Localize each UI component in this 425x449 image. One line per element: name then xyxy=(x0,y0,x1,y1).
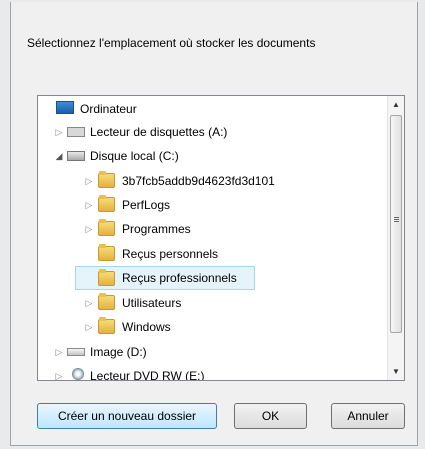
expand-arrow-icon[interactable]: ▷ xyxy=(54,120,64,144)
new-folder-button[interactable]: Créer un nouveau dossier xyxy=(37,403,217,429)
tree-item-programmes[interactable]: ▷ Programmes xyxy=(80,217,380,241)
tree-item-recus-professionnels[interactable]: Reçus professionnels xyxy=(75,266,255,290)
tree-item-label: Lecteur de disquettes (A:) xyxy=(90,125,228,139)
hard-drive-icon xyxy=(67,151,85,161)
optical-drive-icon xyxy=(67,348,85,356)
tree-item-floppy[interactable]: ▷ Lecteur de disquettes (A:) xyxy=(50,120,380,144)
folder-tree[interactable]: Ordinateur ▷ Lecteur de disquettes (A:) … xyxy=(37,95,405,381)
dvd-drive-icon xyxy=(72,368,84,380)
expand-arrow-icon[interactable]: ▷ xyxy=(84,291,94,315)
scroll-down-arrow-icon[interactable]: ▼ xyxy=(388,363,404,380)
scroll-up-arrow-icon[interactable]: ▲ xyxy=(388,96,404,113)
computer-icon xyxy=(56,101,74,114)
tree-item-dvd-e[interactable]: ▷ Lecteur DVD RW (E:) xyxy=(50,364,380,381)
tree-item-computer[interactable]: Ordinateur xyxy=(50,97,380,121)
tree-item-image-d[interactable]: ▷ Image (D:) xyxy=(50,340,380,364)
tree-item-label: Lecteur DVD RW (E:) xyxy=(90,369,205,381)
scrollbar-thumb[interactable] xyxy=(390,115,402,333)
tree-item-folder-3b7f[interactable]: ▷ 3b7fcb5addb9d4623fd3d101 xyxy=(80,169,380,193)
expand-arrow-icon[interactable]: ▷ xyxy=(84,169,94,193)
folder-icon xyxy=(98,317,115,334)
folder-icon xyxy=(98,269,115,286)
tree-item-label: Reçus professionnels xyxy=(122,271,237,285)
folder-icon xyxy=(98,219,115,236)
tree-item-local-disk-c[interactable]: ◢ Disque local (C:) xyxy=(50,144,380,168)
tree-item-label: 3b7fcb5addb9d4623fd3d101 xyxy=(122,174,275,188)
expand-arrow-icon[interactable]: ▷ xyxy=(84,217,94,241)
grip-icon xyxy=(394,217,399,218)
folder-icon xyxy=(98,171,115,188)
tree-item-label: Ordinateur xyxy=(80,102,137,116)
floppy-drive-icon xyxy=(67,127,85,137)
collapse-arrow-icon[interactable]: ◢ xyxy=(54,144,64,168)
folder-icon xyxy=(98,293,115,310)
tree-item-utilisateurs[interactable]: ▷ Utilisateurs xyxy=(80,291,380,315)
tree-item-label: Utilisateurs xyxy=(122,296,182,310)
vertical-scrollbar[interactable]: ▲ ▼ xyxy=(387,96,404,380)
tree-item-label: Windows xyxy=(122,320,171,334)
tree-item-windows[interactable]: ▷ Windows xyxy=(80,315,380,339)
expand-arrow-icon[interactable]: ▷ xyxy=(54,364,64,380)
ok-button[interactable]: OK xyxy=(234,403,307,429)
tree-item-perflogs[interactable]: ▷ PerfLogs xyxy=(80,193,380,217)
expand-arrow-icon[interactable]: ▷ xyxy=(84,315,94,339)
expand-arrow-icon[interactable]: ▷ xyxy=(54,340,64,364)
tree-item-label: Disque local (C:) xyxy=(90,149,179,163)
tree-item-label: Image (D:) xyxy=(90,345,147,359)
expand-arrow-icon[interactable]: ▷ xyxy=(84,193,94,217)
cancel-button[interactable]: Annuler xyxy=(331,403,405,429)
folder-icon xyxy=(98,195,115,212)
dialog-prompt: Sélectionnez l'emplacement où stocker le… xyxy=(27,36,316,50)
tree-item-recus-personnels[interactable]: Reçus personnels xyxy=(80,242,380,266)
tree-item-label: Programmes xyxy=(122,222,191,236)
tree-item-label: Reçus personnels xyxy=(122,247,219,261)
folder-icon xyxy=(98,244,115,261)
tree-item-label: PerfLogs xyxy=(122,198,171,212)
